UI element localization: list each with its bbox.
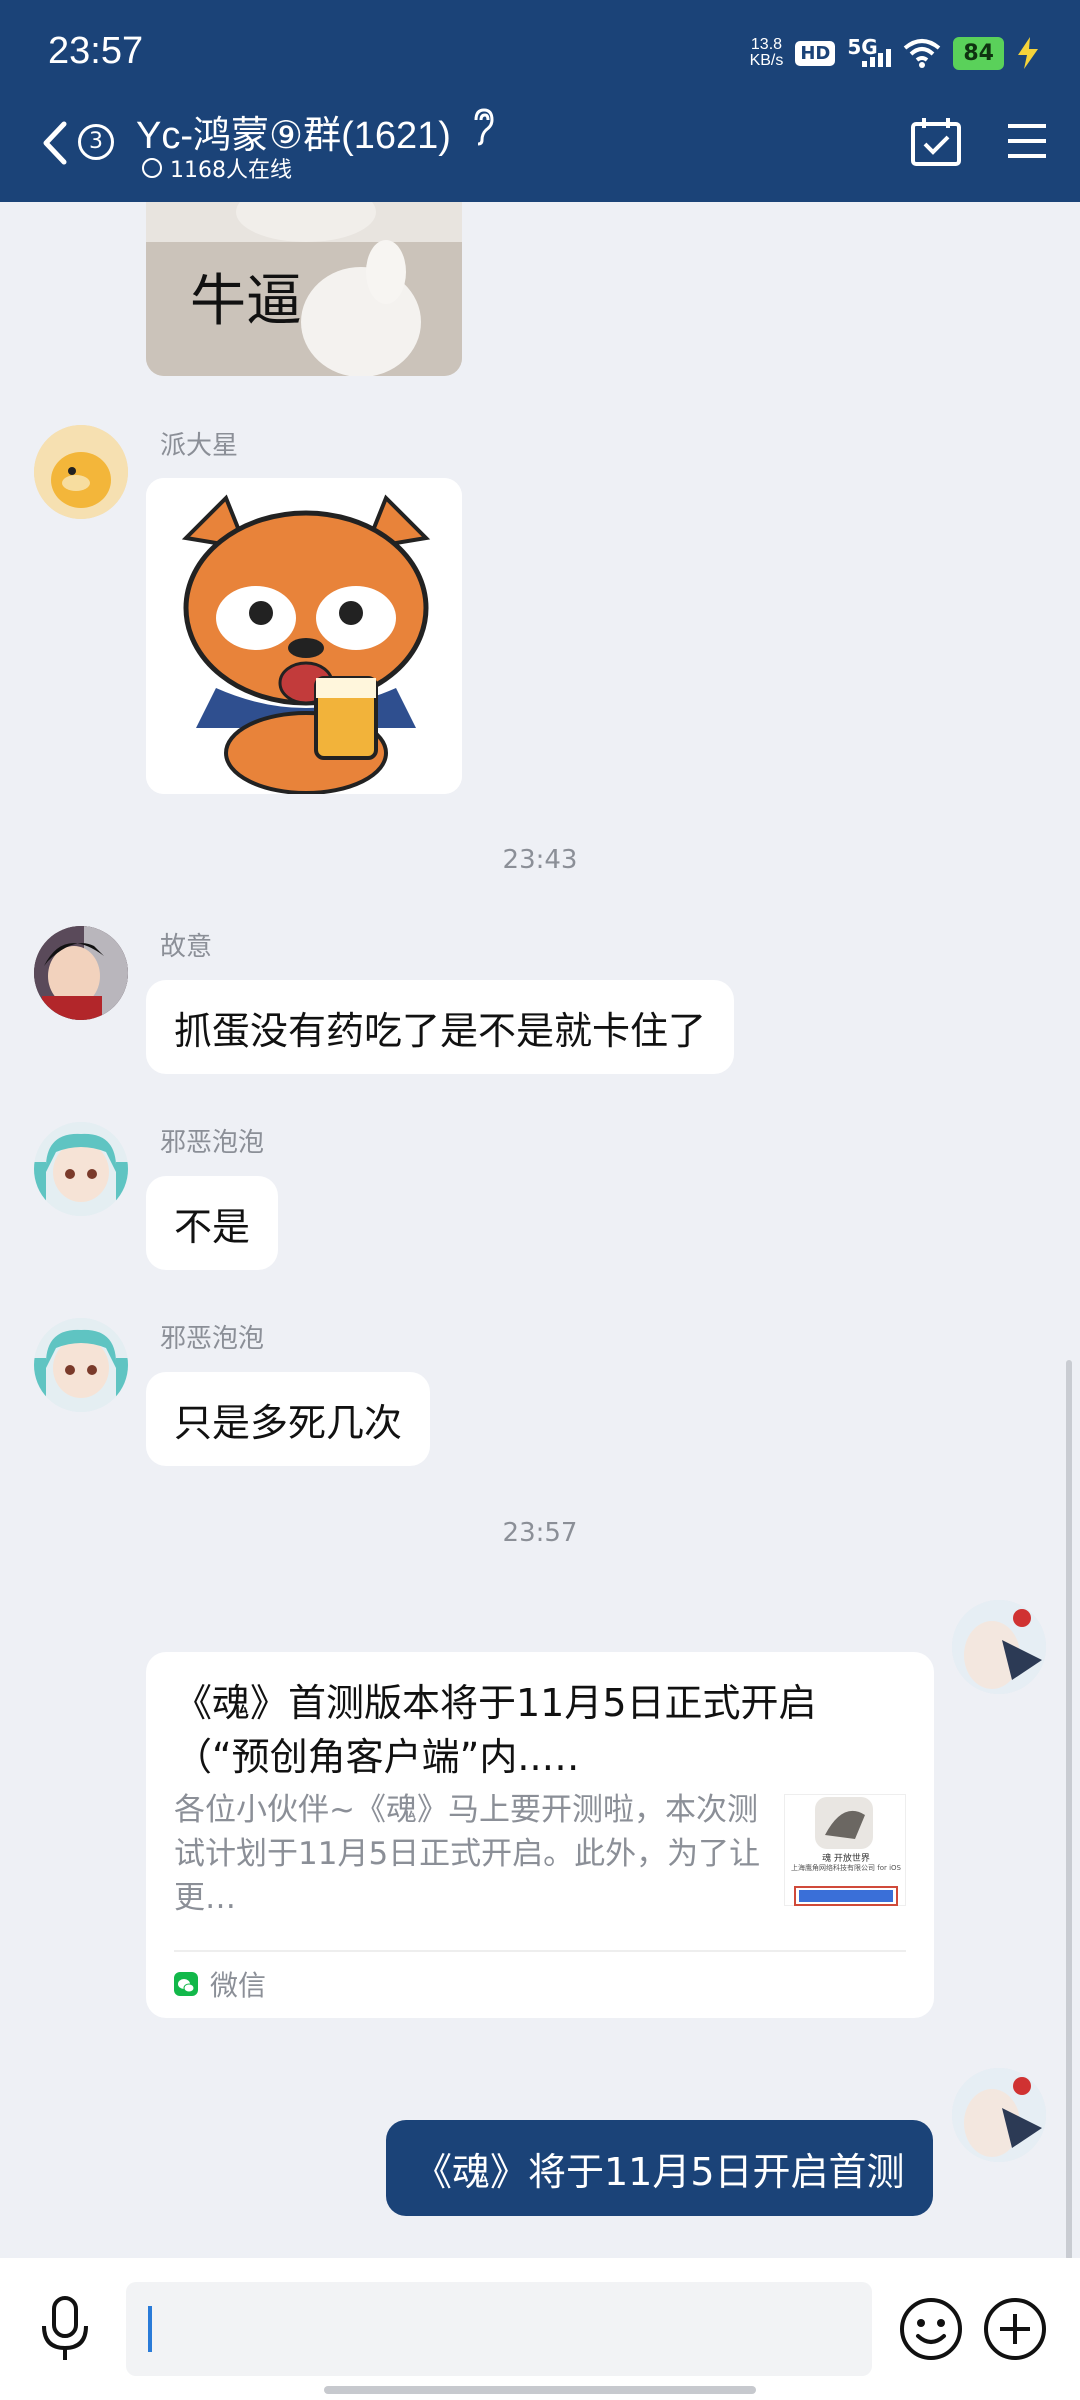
ear-icon[interactable] <box>468 106 498 146</box>
unread-badge[interactable]: 3 <box>78 124 114 160</box>
sticker-caption: 牛逼 <box>190 269 302 334</box>
message-bubble[interactable]: 不是 <box>146 1176 279 1270</box>
home-indicator[interactable] <box>324 2386 756 2394</box>
sender-name: 邪恶泡泡 <box>160 1324 265 1354</box>
emoji-icon[interactable] <box>898 2296 964 2362</box>
sticker-cat-thumbs-up[interactable]: 牛逼 <box>146 202 462 376</box>
avatar[interactable] <box>34 926 128 1020</box>
status-time: 23:57 <box>48 30 144 72</box>
hd-icon: HD <box>795 40 836 66</box>
sender-name: 派大星 <box>160 431 239 461</box>
sender-name: 邪恶泡泡 <box>160 1128 265 1158</box>
wifi-icon <box>904 39 941 68</box>
card-thumbnail: 魂 开放世界 上海鹰角网络科技有限公司 for iOS <box>784 1794 906 1906</box>
my-avatar[interactable] <box>952 1600 1046 1694</box>
shared-link-card[interactable]: 《魂》首测版本将于11月5日正式开启（“预创角客户端”内..… 各位小伙伴~《魂… <box>146 1652 934 2018</box>
message-input[interactable] <box>126 2282 872 2376</box>
avatar[interactable] <box>34 1318 128 1412</box>
anime-boy-avatar <box>34 926 128 1020</box>
battery-level: 84 <box>953 36 1004 70</box>
my-message-bubble[interactable]: 《魂》将于11月5日开启首测 <box>386 2120 933 2216</box>
card-source: 微信 <box>174 1964 266 2004</box>
message-bubble[interactable]: 只是多死几次 <box>146 1372 431 1466</box>
microphone-icon[interactable] <box>40 2296 90 2362</box>
plus-icon[interactable] <box>982 2296 1048 2362</box>
status-icons: 13.8 KB/s HD 5G 84 <box>750 32 1040 74</box>
wechat-icon <box>174 1972 198 1996</box>
charging-icon <box>1018 37 1038 69</box>
card-thumbnail-subtitle: 上海鹰角网络科技有限公司 for iOS <box>791 1864 901 1872</box>
miku-avatar <box>34 1122 128 1216</box>
sticker-red-panda-beer[interactable] <box>146 478 462 794</box>
psyduck-avatar <box>34 425 128 519</box>
avatar[interactable] <box>34 425 128 519</box>
my-avatar-image <box>952 1600 1046 1694</box>
card-description: 各位小伙伴~《魂》马上要开测啦，本次测试计划于11月5日正式开启。此外，为了让更… <box>174 1792 761 1916</box>
card-title: 《魂》首测版本将于11月5日正式开启（“预创角客户端”内..… <box>174 1681 817 1779</box>
avatar[interactable] <box>34 1122 128 1216</box>
scrollbar[interactable] <box>1066 1360 1072 2260</box>
back-icon[interactable] <box>36 118 72 168</box>
my-avatar-image <box>952 2068 1046 2162</box>
menu-icon[interactable] <box>1006 120 1048 162</box>
timestamp: 23:43 <box>502 845 578 875</box>
divider <box>174 1950 906 1952</box>
my-avatar[interactable] <box>952 2068 1046 2162</box>
sender-name: 故意 <box>160 932 213 962</box>
timestamp: 23:57 <box>502 1518 578 1548</box>
signal-icon: 5G <box>847 35 892 71</box>
red-panda-image <box>146 478 462 794</box>
calendar-check-icon[interactable] <box>910 116 962 168</box>
text-cursor <box>148 2306 152 2352</box>
network-speed: 13.8 KB/s <box>749 36 784 69</box>
top-header: 23:57 13.8 KB/s HD 5G 84 3 Yc-鸿蒙⑨群(1621)… <box>0 0 1080 202</box>
group-title[interactable]: Yc-鸿蒙⑨群(1621) <box>136 104 451 159</box>
miku-avatar <box>34 1318 128 1412</box>
message-bubble[interactable]: 抓蛋没有药吃了是不是就卡住了 <box>146 980 735 1074</box>
check-icon <box>142 158 162 178</box>
online-count: 1168人在线 <box>142 152 292 184</box>
